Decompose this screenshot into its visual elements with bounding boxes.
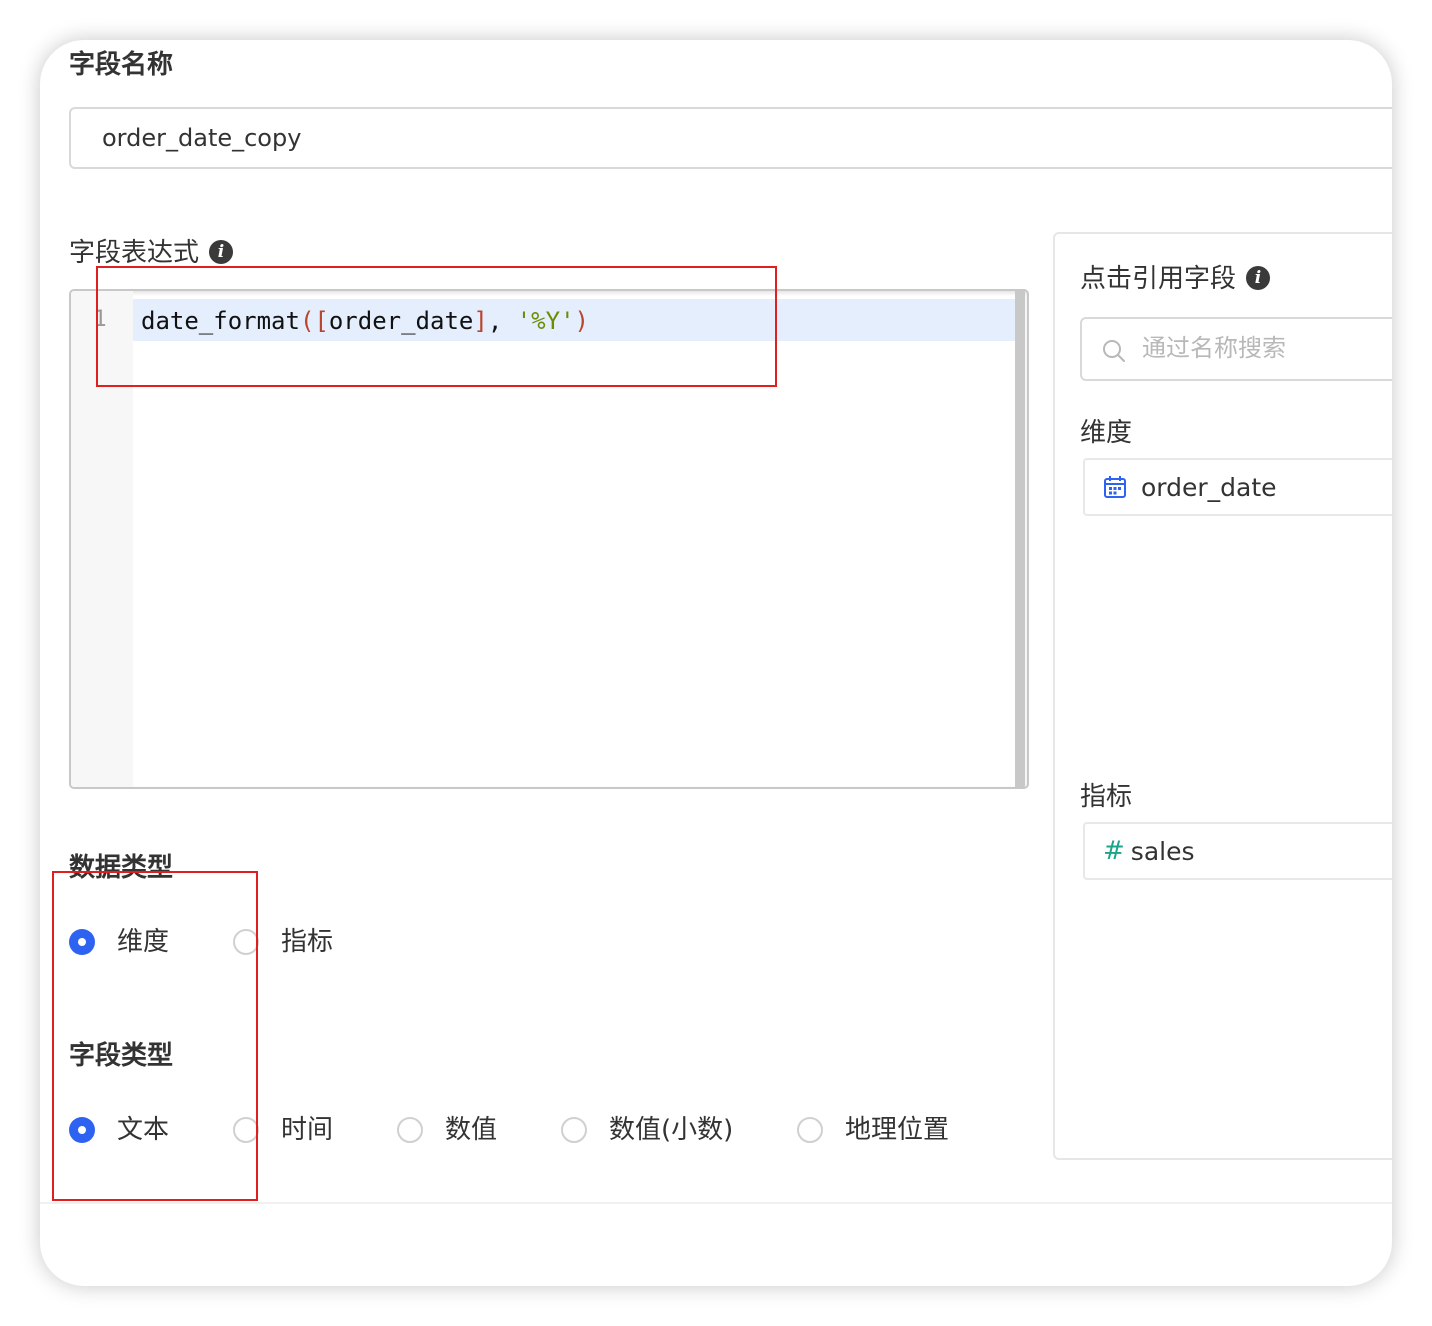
radio-label: 指标 bbox=[281, 927, 334, 957]
measure-field-name: sales bbox=[1130, 836, 1195, 866]
search-icon bbox=[1103, 340, 1125, 362]
field-name-label: 字段名称 bbox=[69, 50, 174, 80]
search-placeholder: 通过名称搜索 bbox=[1142, 334, 1286, 362]
radio-unchecked-icon[interactable] bbox=[397, 1117, 423, 1143]
measure-group-label: 指标 bbox=[1080, 782, 1133, 812]
field-type-option-number[interactable]: 数值 bbox=[397, 1117, 497, 1143]
hash-icon: # bbox=[1103, 836, 1125, 866]
radio-label: 地理位置 bbox=[845, 1115, 950, 1145]
radio-unchecked-icon[interactable] bbox=[561, 1117, 587, 1143]
reference-title-row: 点击引用字段 i bbox=[1080, 264, 1271, 294]
calendar-icon bbox=[1104, 476, 1126, 498]
dimension-field-name: order_date bbox=[1141, 472, 1277, 502]
annotation-box-expression bbox=[96, 266, 777, 387]
radio-label: 数值 bbox=[445, 1115, 498, 1145]
measure-field-item[interactable]: # sales bbox=[1083, 822, 1392, 880]
field-name-input[interactable]: order_date_copy bbox=[69, 107, 1392, 169]
editor-scrollbar[interactable] bbox=[1015, 291, 1025, 787]
field-search-input[interactable]: 通过名称搜索 bbox=[1080, 317, 1392, 381]
dimension-group-label: 维度 bbox=[1080, 418, 1133, 448]
field-name-value: order_date_copy bbox=[102, 124, 302, 152]
edit-field-dialog: 字段名称 order_date_copy 字段表达式 i 1 date_forma… bbox=[40, 40, 1392, 1286]
expression-label-row: 字段表达式 i bbox=[69, 238, 234, 268]
dimension-field-item[interactable]: order_date bbox=[1083, 458, 1392, 516]
field-reference-panel: 点击引用字段 i 通过名称搜索 维度 order_date 指标 # sales bbox=[1053, 232, 1392, 1160]
info-icon[interactable]: i bbox=[1246, 265, 1271, 290]
footer-divider bbox=[40, 1202, 1392, 1204]
radio-label: 数值(小数) bbox=[609, 1115, 734, 1145]
info-icon[interactable]: i bbox=[209, 239, 234, 264]
radio-label: 时间 bbox=[281, 1115, 334, 1145]
field-type-option-geo[interactable]: 地理位置 bbox=[797, 1117, 949, 1143]
annotation-box-types bbox=[52, 871, 258, 1201]
radio-unchecked-icon[interactable] bbox=[797, 1117, 823, 1143]
expression-label: 字段表达式 bbox=[69, 238, 200, 268]
reference-title: 点击引用字段 bbox=[1080, 264, 1237, 294]
field-type-option-decimal[interactable]: 数值(小数) bbox=[561, 1117, 733, 1143]
